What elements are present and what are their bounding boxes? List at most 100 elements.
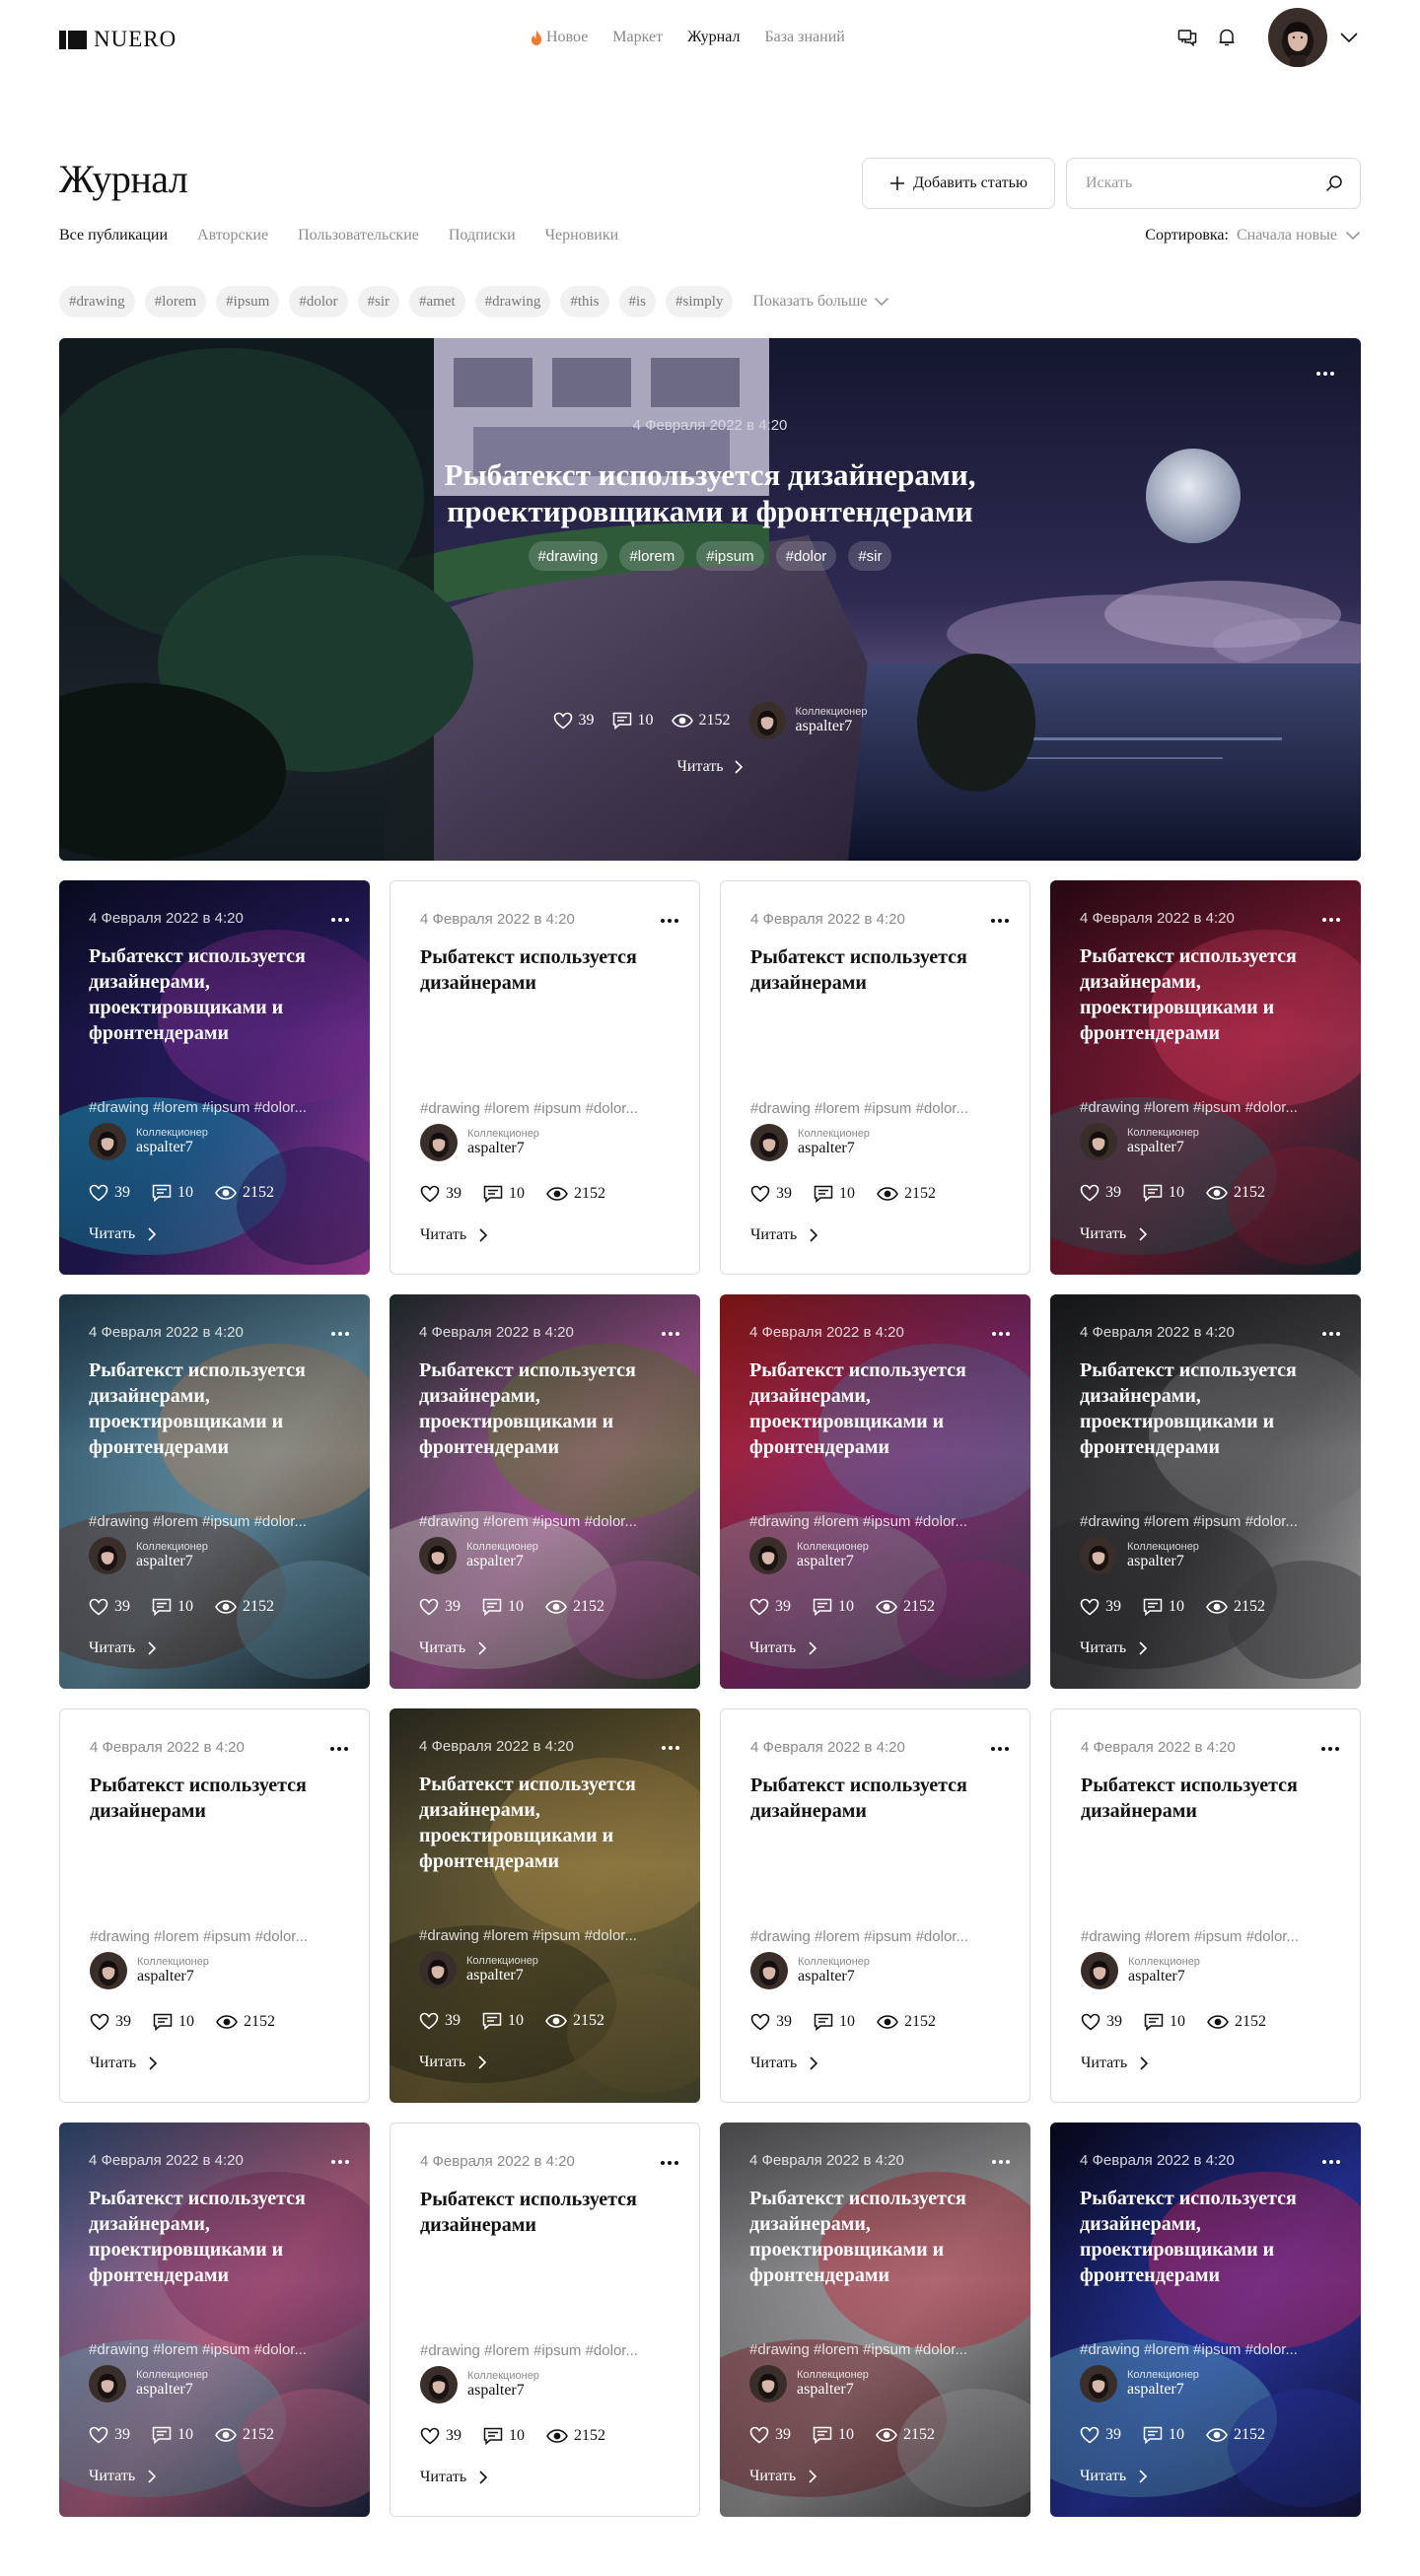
read-article-button[interactable]: Читать (89, 2468, 157, 2485)
article-tags[interactable]: #drawing #lorem #ipsum #dolor... (90, 1928, 341, 1945)
article-author[interactable]: Коллекционер aspalter7 (89, 1537, 208, 1574)
article-card[interactable]: 4 Февраля 2022 в 4:20 Рыбатекст использу… (720, 1294, 1030, 1689)
tag-pill[interactable]: #dolor (289, 286, 348, 317)
article-card[interactable]: 4 Февраля 2022 в 4:20 Рыбатекст использу… (1050, 1708, 1361, 2103)
user-avatar[interactable] (1268, 8, 1327, 67)
article-tags[interactable]: #drawing #lorem #ipsum #dolor... (749, 2341, 1001, 2358)
likes-stat[interactable]: 39 (419, 2012, 461, 2030)
article-card[interactable]: 4 Февраля 2022 в 4:20 Рыбатекст использу… (1050, 880, 1361, 1275)
article-author[interactable]: Коллекционер aspalter7 (750, 1124, 870, 1161)
article-title[interactable]: Рыбатекст используется дизайнерами (420, 2187, 686, 2238)
nav-item-journal[interactable]: Журнал (687, 29, 740, 46)
article-author[interactable]: Коллекционер aspalter7 (89, 2365, 208, 2402)
read-article-button[interactable]: Читать (1081, 2054, 1149, 2072)
more-options-button[interactable] (330, 2152, 350, 2170)
comments-stat[interactable]: 10 (1144, 2013, 1185, 2031)
more-options-button[interactable] (330, 910, 350, 928)
article-title[interactable]: Рыбатекст используется дизайнерами (1081, 1773, 1347, 1824)
article-title[interactable]: Рыбатекст используется дизайнерами (420, 944, 686, 996)
more-options-button[interactable] (991, 1324, 1011, 1342)
more-options-button[interactable] (990, 1739, 1010, 1757)
article-card[interactable]: 4 Февраля 2022 в 4:20 Рыбатекст использу… (1050, 1294, 1361, 1689)
likes-stat[interactable]: 39 (89, 2426, 130, 2444)
more-options-button[interactable] (990, 911, 1010, 929)
likes-stat[interactable]: 39 (90, 2013, 131, 2031)
likes-stat[interactable]: 39 (749, 1598, 791, 1616)
article-card[interactable]: 4 Февраля 2022 в 4:20 Рыбатекст использу… (390, 1708, 700, 2103)
article-tag[interactable]: #sir (848, 541, 892, 571)
more-options-button[interactable] (330, 1324, 350, 1342)
comments-stat[interactable]: 10 (1143, 1184, 1184, 1202)
likes-stat[interactable]: 39 (1081, 2013, 1122, 2031)
article-title[interactable]: Рыбатекст используется дизайнерами, прое… (1080, 943, 1346, 1046)
article-tags[interactable]: #drawing #lorem #ipsum #dolor... (419, 1927, 671, 1944)
comments-stat[interactable]: 10 (482, 1598, 524, 1616)
article-tags[interactable]: #drawing #lorem #ipsum #dolor... (89, 1513, 340, 1530)
messages-button[interactable] (1175, 26, 1199, 49)
article-card[interactable]: 4 Февраля 2022 в 4:20 Рыбатекст использу… (1050, 2123, 1361, 2517)
article-tags[interactable]: #drawing #lorem #ipsum #dolor... (89, 1099, 340, 1116)
article-tag[interactable]: #drawing (528, 541, 608, 571)
more-options-button[interactable] (1320, 1739, 1340, 1757)
article-card[interactable]: 4 Февраля 2022 в 4:20 Рыбатекст использу… (59, 1294, 370, 1689)
read-article-button[interactable]: Читать (750, 1226, 818, 1244)
comments-stat[interactable]: 10 (813, 2426, 854, 2444)
comments-stat[interactable]: 10 (1143, 2426, 1184, 2444)
search-input[interactable] (1086, 173, 1303, 194)
more-options-button[interactable] (991, 2152, 1011, 2170)
article-card[interactable]: 4 Февраля 2022 в 4:20 Рыбатекст использу… (59, 880, 370, 1275)
article-author[interactable]: Коллекционер aspalter7 (1080, 2365, 1199, 2402)
more-options-button[interactable] (329, 1739, 349, 1757)
article-title[interactable]: Рыбатекст используется дизайнерами, прое… (749, 1358, 1016, 1460)
sort-dropdown[interactable]: Сортировка: Сначала новые (1145, 227, 1361, 244)
comments-stat[interactable]: 10 (612, 712, 654, 730)
read-article-button[interactable]: Читать (749, 2468, 817, 2485)
comments-stat[interactable]: 10 (152, 1184, 193, 1202)
tag-pill[interactable]: #ipsum (216, 286, 280, 317)
article-title[interactable]: Рыбатекст используется дизайнерами, прое… (89, 2186, 355, 2288)
article-author[interactable]: Коллекционер aspalter7 (749, 1537, 869, 1574)
more-options-button[interactable] (660, 911, 679, 929)
article-author[interactable]: Коллекционер aspalter7 (419, 1951, 538, 1988)
read-article-button[interactable]: Читать (750, 2054, 818, 2072)
comments-stat[interactable]: 10 (482, 2012, 524, 2030)
article-tags[interactable]: #drawing #lorem #ipsum #dolor... (1081, 1928, 1332, 1945)
article-card[interactable]: 4 Февраля 2022 в 4:20 Рыбатекст использу… (720, 2123, 1030, 2517)
article-title[interactable]: Рыбатекст используется дизайнерами (90, 1773, 356, 1824)
article-tags[interactable]: #drawing #lorem #ipsum #dolor... (420, 2342, 672, 2359)
likes-stat[interactable]: 39 (750, 2013, 792, 2031)
more-options-button[interactable] (1315, 364, 1335, 382)
tag-pill[interactable]: #sir (357, 286, 400, 317)
comments-stat[interactable]: 10 (483, 1185, 525, 1203)
likes-stat[interactable]: 39 (553, 712, 595, 730)
article-title[interactable]: Рыбатекст используется дизайнерами, прое… (1080, 1358, 1346, 1460)
article-author[interactable]: Коллекционер aspalter7 (419, 1537, 538, 1574)
likes-stat[interactable]: 39 (1080, 2426, 1121, 2444)
likes-stat[interactable]: 39 (89, 1184, 130, 1202)
article-card[interactable]: 4 Февраля 2022 в 4:20 Рыбатекст использу… (390, 1294, 700, 1689)
article-tags[interactable]: #drawing #lorem #ipsum #dolor... (750, 1100, 1002, 1117)
user-menu-toggle[interactable] (1337, 26, 1361, 49)
tag-pill[interactable]: #lorem (144, 286, 207, 317)
comments-stat[interactable]: 10 (152, 2426, 193, 2444)
tag-pill[interactable]: #drawing (474, 286, 551, 317)
tab-authored[interactable]: Авторские (197, 227, 268, 244)
add-article-button[interactable]: Добавить статью (862, 158, 1055, 209)
article-title[interactable]: Рыбатекст используется дизайнерами, прое… (749, 2186, 1016, 2288)
nav-item-new[interactable]: Новое (531, 29, 588, 46)
article-card[interactable]: 4 Февраля 2022 в 4:20 Рыбатекст использу… (59, 1708, 370, 2103)
article-tag[interactable]: #ipsum (696, 541, 764, 571)
article-card[interactable]: 4 Февраля 2022 в 4:20 Рыбатекст использу… (390, 880, 700, 1275)
article-tags[interactable]: #drawing #lorem #ipsum #dolor... (1080, 2341, 1331, 2358)
article-author[interactable]: Коллекционер aspalter7 (750, 1952, 870, 1989)
read-article-button[interactable]: Читать (749, 1639, 817, 1657)
read-article-button[interactable]: Читать (89, 1639, 157, 1657)
more-options-button[interactable] (660, 2153, 679, 2171)
comments-stat[interactable]: 10 (1143, 1598, 1184, 1616)
likes-stat[interactable]: 39 (420, 2427, 462, 2445)
read-article-button[interactable]: Читать (89, 1225, 157, 1243)
read-article-button[interactable]: Читать (419, 1639, 487, 1657)
article-tags[interactable]: #drawing #lorem #ipsum #dolor... (1080, 1513, 1331, 1530)
read-article-button[interactable]: Читать (1080, 1225, 1148, 1243)
article-author[interactable]: Коллекционер aspalter7 (420, 2366, 539, 2403)
